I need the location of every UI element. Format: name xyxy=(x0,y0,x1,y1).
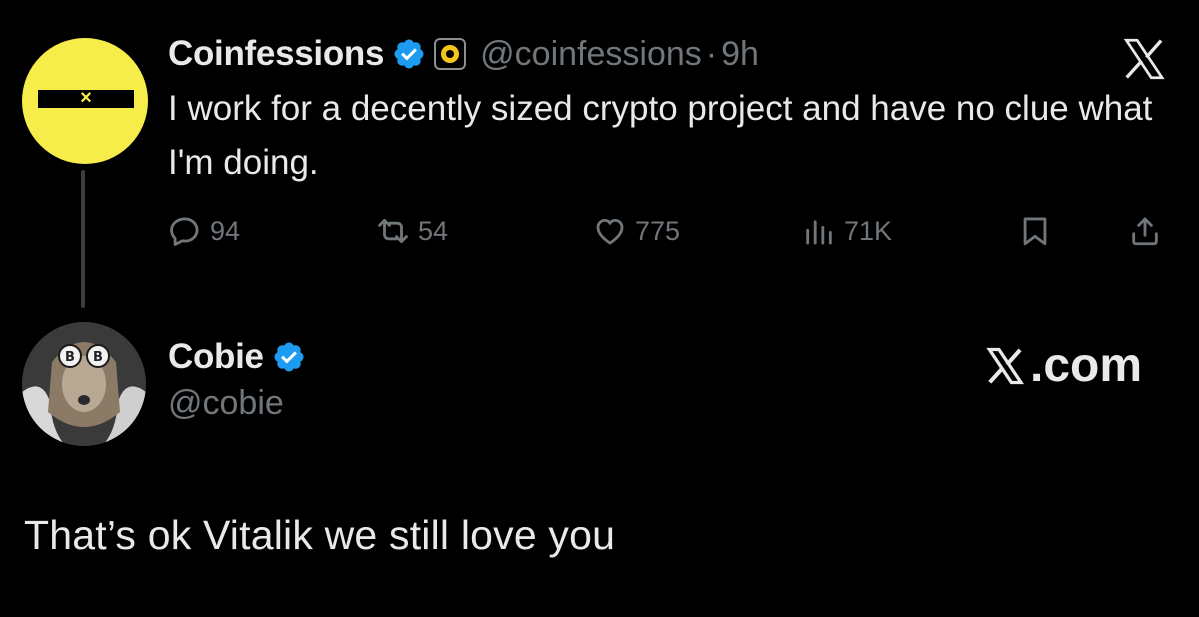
coinfessions-avatar[interactable]: × xyxy=(22,38,148,164)
verified-badge-icon xyxy=(394,39,424,69)
like-button[interactable]: 775 xyxy=(593,208,680,254)
svg-text:B: B xyxy=(65,350,75,365)
x-logo-icon xyxy=(1123,38,1165,80)
thread-connector-line xyxy=(81,170,85,308)
tweet2-handle[interactable]: @cobie xyxy=(168,384,284,423)
tweet1-header: Coinfessions @coinfessions · 9h xyxy=(168,30,759,78)
bookmark-icon xyxy=(1023,217,1047,246)
repost-count: 54 xyxy=(418,215,449,246)
heart-icon xyxy=(596,218,624,245)
reply-count: 94 xyxy=(210,215,241,246)
repost-button[interactable]: 54 xyxy=(376,208,448,254)
svg-text:B: B xyxy=(93,350,103,365)
views-button[interactable]: 71K xyxy=(802,208,892,254)
cobie-avatar-portrait: B B xyxy=(22,322,146,446)
tweet1-action-bar: 94 54 775 71K xyxy=(168,208,1178,254)
tweet1-text: I work for a decently sized crypto proje… xyxy=(168,89,1153,182)
tweet1-display-name[interactable]: Coinfessions xyxy=(168,34,384,74)
share-button[interactable] xyxy=(1128,208,1162,254)
bookmark-button[interactable] xyxy=(1018,208,1052,254)
x-com-brand: .com xyxy=(982,338,1142,393)
like-count: 775 xyxy=(635,215,681,246)
reply-icon xyxy=(170,217,199,246)
tweet1-handle[interactable]: @coinfessions xyxy=(480,35,702,74)
repost-icon xyxy=(378,218,408,244)
views-count: 71K xyxy=(844,215,893,246)
tweet2-display-name[interactable]: Cobie xyxy=(168,337,264,377)
x-logo-icon xyxy=(986,347,1025,384)
header-separator: · xyxy=(705,34,718,73)
tweet2-header: Cobie xyxy=(168,332,306,382)
tweet1-timestamp[interactable]: 9h xyxy=(721,35,759,74)
cobie-avatar[interactable]: B B xyxy=(22,322,146,446)
affiliate-badge-icon[interactable] xyxy=(434,38,467,70)
verified-badge-icon xyxy=(274,342,304,372)
avatar-x-mark: × xyxy=(80,87,92,109)
views-icon xyxy=(806,220,832,245)
reply-button[interactable]: 94 xyxy=(168,208,240,254)
share-icon xyxy=(1132,217,1158,246)
x-com-label: .com xyxy=(1030,339,1143,392)
reply-text: That’s ok Vitalik we still love you xyxy=(24,512,616,558)
